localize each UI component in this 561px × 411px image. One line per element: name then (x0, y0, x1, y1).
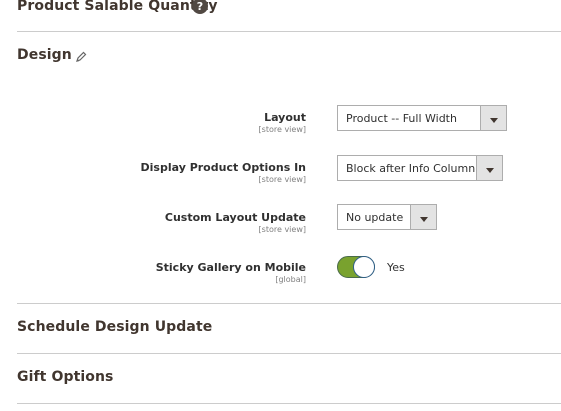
display-options-select-value: Block after Info Column (346, 161, 476, 175)
sticky-gallery-label: Sticky Gallery on Mobile (155, 261, 306, 274)
pencil-icon[interactable] (75, 48, 87, 62)
layout-scope: [store view] (258, 125, 306, 134)
section-title-schedule-design-update[interactable]: Schedule Design Update (17, 319, 212, 335)
layout-label: Layout (264, 111, 306, 124)
section-divider (17, 31, 561, 32)
custom-layout-label: Custom Layout Update (164, 211, 306, 224)
layout-select[interactable]: Product -- Full Width (337, 105, 507, 131)
display-options-select[interactable]: Block after Info Column (337, 155, 503, 181)
custom-layout-scope: [store view] (258, 225, 306, 234)
sticky-gallery-toggle[interactable] (337, 256, 375, 278)
section-title-gift-options[interactable]: Gift Options (17, 369, 113, 385)
section-title-design[interactable]: Design (17, 47, 72, 63)
chevron-down-icon[interactable] (476, 156, 502, 180)
display-options-label: Display Product Options In (140, 161, 306, 174)
chevron-down-icon[interactable] (410, 205, 436, 229)
section-title-salable-quantity[interactable]: Product Salable Quantity (17, 0, 218, 14)
custom-layout-select-value: No update (346, 210, 404, 224)
custom-layout-select[interactable]: No update (337, 204, 437, 230)
layout-select-value: Product -- Full Width (346, 111, 457, 125)
section-divider (17, 303, 561, 304)
section-divider (17, 403, 561, 404)
section-divider (17, 353, 561, 354)
sticky-gallery-toggle-text: Yes (387, 261, 405, 274)
display-options-scope: [store view] (258, 175, 306, 184)
sticky-gallery-scope: [global] (275, 275, 306, 284)
toggle-knob (353, 256, 375, 278)
chevron-down-icon[interactable] (480, 106, 506, 130)
